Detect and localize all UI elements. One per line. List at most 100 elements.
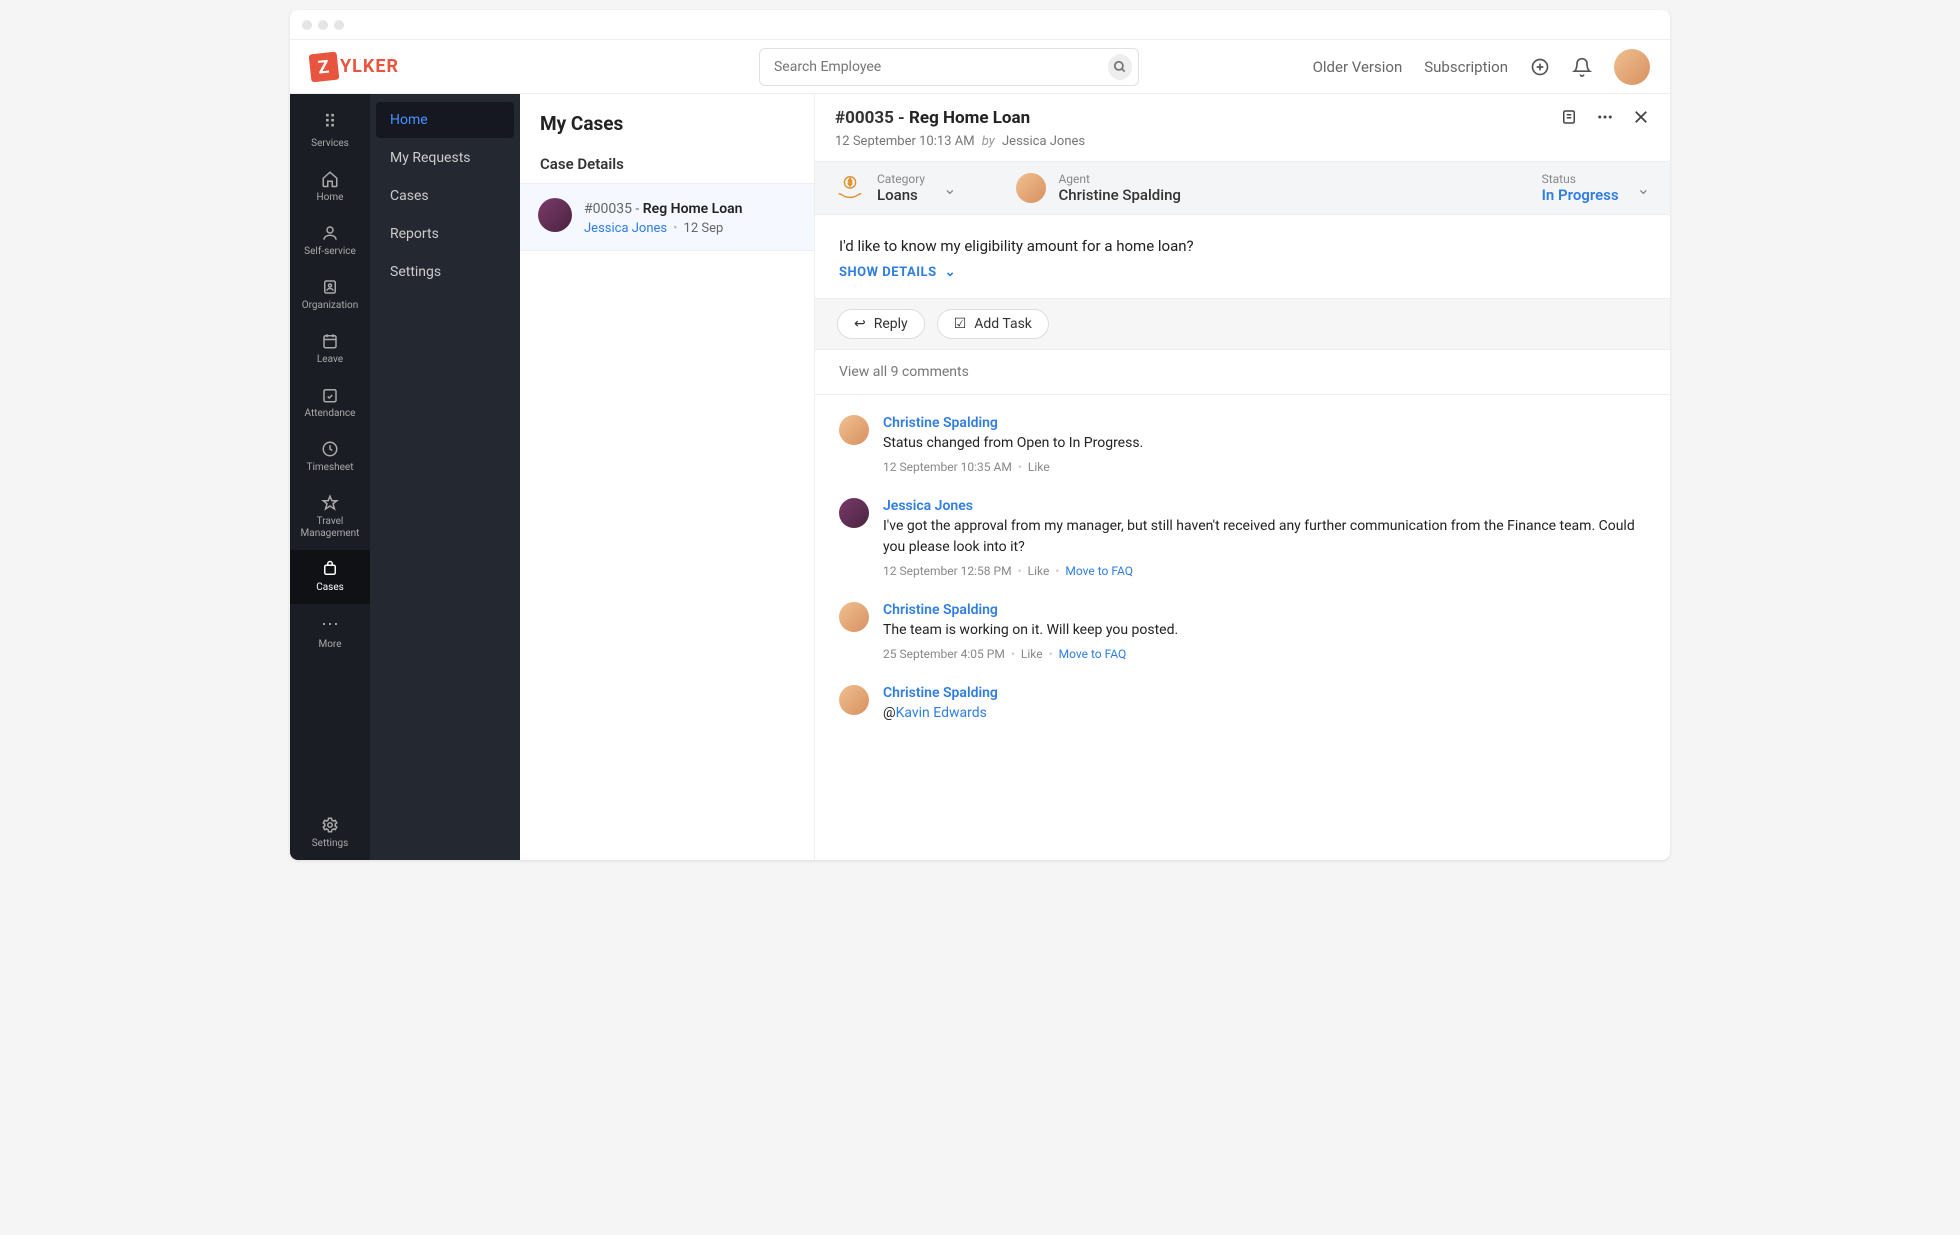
comment-author[interactable]: Christine Spalding [883, 415, 1143, 431]
comment-item: Christine Spalding @Kavin Edwards [839, 675, 1646, 738]
chevron-down-icon: ⌄ [1637, 179, 1650, 198]
nav-cases[interactable]: Cases [290, 550, 370, 604]
comment-avatar [839, 415, 869, 445]
calendar-icon [321, 332, 339, 350]
add-task-button[interactable]: ☑Add Task [937, 309, 1049, 339]
gear-icon [321, 816, 339, 834]
subnav-my-requests[interactable]: My Requests [376, 140, 514, 176]
comment-time: 12 September 12:58 PM [883, 564, 1012, 578]
subnav-settings[interactable]: Settings [376, 254, 514, 290]
case-author-avatar [538, 198, 572, 232]
comments-list: Christine Spalding Status changed from O… [815, 395, 1670, 860]
nav-leave[interactable]: Leave [290, 322, 370, 376]
logo-text: YLKER [340, 56, 399, 77]
older-version-link[interactable]: Older Version [1313, 58, 1403, 76]
more-icon[interactable] [1596, 108, 1614, 126]
subnav: Home My Requests Cases Reports Settings [370, 94, 520, 860]
svg-text:$: $ [848, 178, 852, 187]
move-faq-button[interactable]: Move to FAQ [1065, 564, 1133, 578]
like-button[interactable]: Like [1028, 460, 1050, 474]
case-question: I'd like to know my eligibility amount f… [815, 215, 1670, 265]
show-details-button[interactable]: SHOW DETAILS⌄ [815, 265, 1670, 298]
add-icon[interactable] [1530, 57, 1550, 77]
nav-rail: ⠿Services Home Self-service Organization… [290, 94, 370, 860]
like-button[interactable]: Like [1028, 564, 1050, 578]
nav-settings[interactable]: Settings [290, 806, 370, 860]
nav-timesheet[interactable]: Timesheet [290, 430, 370, 484]
org-icon [321, 278, 339, 296]
comment-text: I've got the approval from my manager, b… [883, 516, 1646, 558]
nav-self-service[interactable]: Self-service [290, 214, 370, 268]
detail-case-id: #00035 - [835, 108, 909, 128]
traffic-light-max[interactable] [334, 20, 344, 30]
comment-time: 12 September 10:35 AM [883, 460, 1012, 474]
window-titlebar [290, 10, 1670, 40]
comment-text: @Kavin Edwards [883, 703, 998, 724]
person-icon [321, 224, 339, 242]
subnav-home[interactable]: Home [376, 102, 514, 138]
more-icon: ⋯ [321, 614, 339, 636]
home-icon [321, 170, 339, 188]
case-detail-column: #00035 - Reg Home Loan 12 September 10:1… [815, 94, 1670, 860]
reply-icon: ↩ [854, 316, 866, 332]
subscription-link[interactable]: Subscription [1424, 58, 1508, 76]
view-all-comments[interactable]: View all 9 comments [815, 350, 1670, 395]
clock-icon [321, 440, 339, 458]
traffic-light-min[interactable] [318, 20, 328, 30]
nav-attendance[interactable]: Attendance [290, 376, 370, 430]
task-icon: ☑ [954, 316, 967, 332]
nav-travel[interactable]: Travel Management [290, 484, 370, 550]
profile-avatar[interactable] [1614, 49, 1650, 85]
comment-avatar [839, 685, 869, 715]
case-info-bar: $ CategoryLoans ⌄ AgentChristine Spaldin… [815, 161, 1670, 215]
nav-services[interactable]: ⠿Services [290, 102, 370, 160]
comment-time: 25 September 4:05 PM [883, 647, 1005, 661]
move-faq-button[interactable]: Move to FAQ [1059, 647, 1127, 661]
chevron-down-icon: ⌄ [943, 179, 956, 198]
traffic-light-close[interactable] [302, 20, 312, 30]
case-list-item[interactable]: #00035 - Reg Home Loan Jessica Jones•12 … [520, 184, 814, 251]
comment-item: Christine Spalding Status changed from O… [839, 405, 1646, 488]
app-header: Z YLKER Older Version Subscription [290, 40, 1670, 94]
detail-author: Jessica Jones [1002, 134, 1085, 149]
grid-icon: ⠿ [323, 112, 336, 134]
logo: Z YLKER [310, 53, 399, 81]
comment-author[interactable]: Christine Spalding [883, 685, 998, 701]
detail-case-name: Reg Home Loan [909, 108, 1030, 128]
star-icon [321, 494, 339, 512]
cases-icon [321, 560, 339, 578]
comment-text: Status changed from Open to In Progress. [883, 433, 1143, 454]
agent-avatar [1016, 173, 1046, 203]
chevron-down-icon: ⌄ [945, 265, 956, 280]
list-title: My Cases [520, 94, 814, 145]
close-icon[interactable] [1632, 108, 1650, 126]
case-author[interactable]: Jessica Jones [584, 221, 667, 236]
case-date: 12 Sep [684, 221, 724, 236]
search-box[interactable] [759, 48, 1139, 86]
comment-item: Christine Spalding The team is working o… [839, 592, 1646, 675]
search-input[interactable] [774, 59, 1108, 75]
list-subtitle: Case Details [520, 145, 814, 184]
comment-avatar [839, 602, 869, 632]
case-name: Reg Home Loan [643, 201, 743, 217]
nav-home[interactable]: Home [290, 160, 370, 214]
subnav-cases[interactable]: Cases [376, 178, 514, 214]
like-button[interactable]: Like [1021, 647, 1043, 661]
comment-author[interactable]: Christine Spalding [883, 602, 1178, 618]
status-selector[interactable]: StatusIn Progress ⌄ [1542, 172, 1650, 204]
agent-info: AgentChristine Spalding [1016, 172, 1180, 204]
notes-icon[interactable] [1560, 108, 1578, 126]
search-icon[interactable] [1108, 54, 1132, 80]
category-selector[interactable]: $ CategoryLoans ⌄ [835, 172, 956, 204]
mention-link[interactable]: Kavin Edwards [896, 705, 987, 721]
comment-avatar [839, 498, 869, 528]
logo-badge: Z [309, 51, 340, 82]
subnav-reports[interactable]: Reports [376, 216, 514, 252]
nav-more[interactable]: ⋯More [290, 604, 370, 662]
bell-icon[interactable] [1572, 57, 1592, 77]
comment-author[interactable]: Jessica Jones [883, 498, 1646, 514]
comment-text: The team is working on it. Will keep you… [883, 620, 1178, 641]
nav-organization[interactable]: Organization [290, 268, 370, 322]
reply-button[interactable]: ↩Reply [837, 309, 925, 339]
action-bar: ↩Reply ☑Add Task [815, 298, 1670, 350]
